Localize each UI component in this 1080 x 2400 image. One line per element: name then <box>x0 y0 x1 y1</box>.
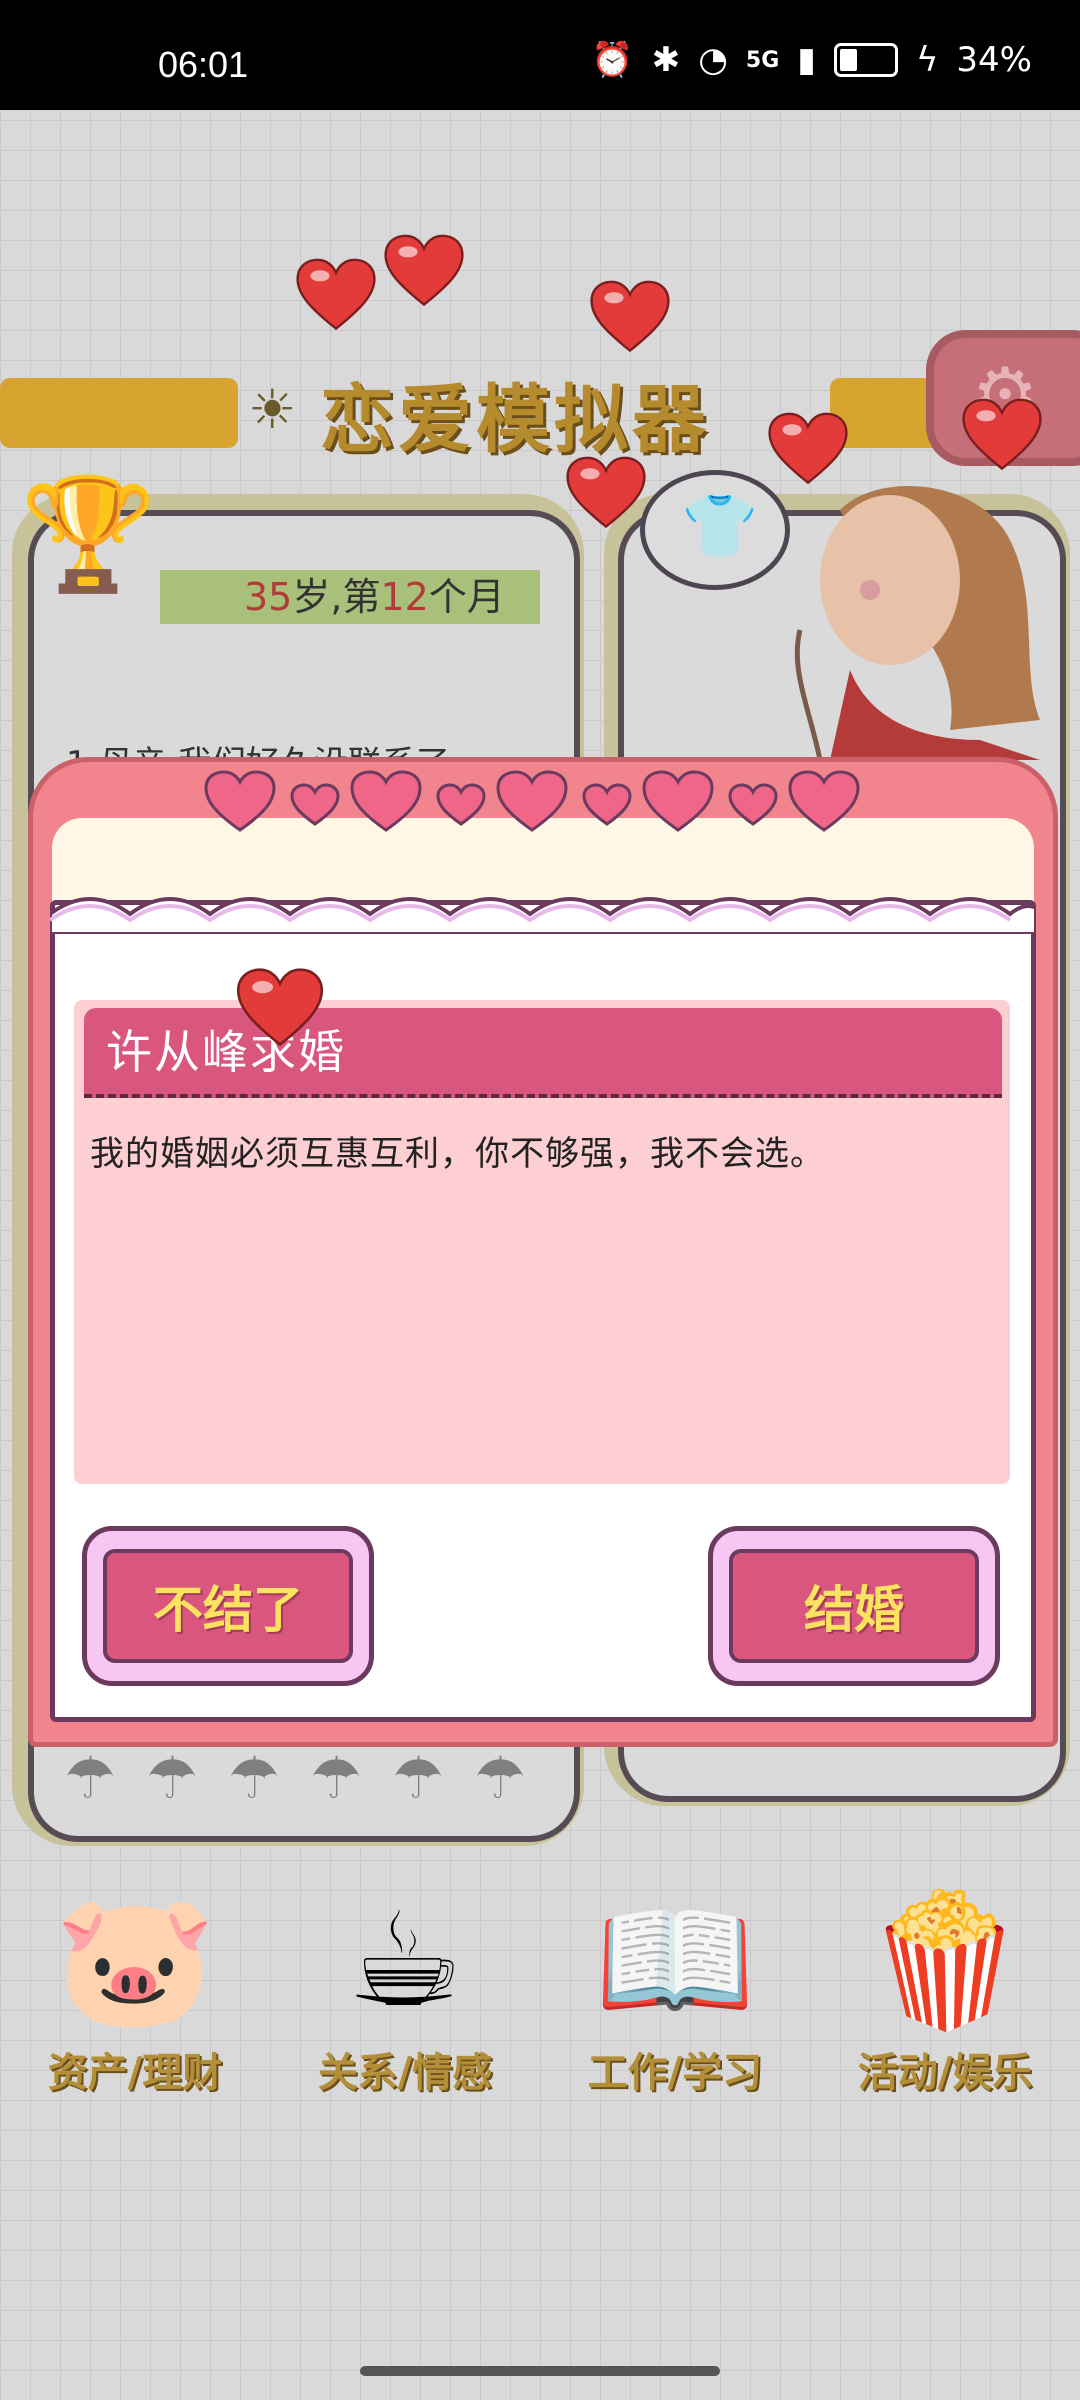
decline-button-label[interactable]: 不结了 <box>103 1549 353 1663</box>
heart-row-decoration <box>200 768 880 838</box>
coffee-cups-icon: ☕ <box>346 1884 464 2036</box>
floating-heart-icon <box>296 258 376 332</box>
floating-heart-icon <box>384 234 464 308</box>
signal-icon: ▮ <box>797 40 816 80</box>
wifi-icon: ◔ <box>698 40 728 80</box>
floating-heart-icon <box>236 968 324 1048</box>
decline-button[interactable]: 不结了 <box>82 1526 374 1686</box>
umbrella-icon: ☂ <box>474 1744 526 1812</box>
floating-heart-icon <box>768 412 848 486</box>
popcorn-icon: 🍿 <box>864 1884 1026 2036</box>
battery-icon <box>833 43 898 77</box>
network-type: 5G <box>745 47 780 73</box>
scalloped-edge-decoration <box>50 897 1036 934</box>
nav-relationships-emotions[interactable]: ☕ 关系/情感 <box>290 1880 520 2098</box>
floating-heart-icon <box>962 398 1042 472</box>
umbrella-icon: ☂ <box>64 1744 116 1812</box>
floating-heart-icon <box>566 456 646 530</box>
status-icons: ⏰ ✱ ◔ 5G ▮ ϟ 34% <box>591 40 1032 80</box>
umbrella-decoration-row: ☂ ☂ ☂ ☂ ☂ ☂ <box>64 1744 526 1812</box>
status-time: 06:01 <box>158 44 249 85</box>
charging-icon: ϟ <box>915 40 939 80</box>
sun-cloud-icon: ☀ <box>248 378 297 441</box>
open-book-icon: 📖 <box>594 1884 756 2036</box>
nav-activities-entertainment[interactable]: 🍿 活动/娱乐 <box>830 1880 1060 2098</box>
floating-heart-icon <box>590 280 670 354</box>
umbrella-icon: ☂ <box>392 1744 444 1812</box>
age-label: 35岁,第12个月 <box>160 570 540 624</box>
bluetooth-icon: ✱ <box>651 40 681 80</box>
marry-button[interactable]: 结婚 <box>708 1526 1000 1686</box>
alarm-icon: ⏰ <box>591 40 634 80</box>
piggy-bank-icon: 🐷 <box>54 1884 216 2036</box>
nav-work-study[interactable]: 📖 工作/学习 <box>560 1880 790 2098</box>
character-portrait <box>720 470 1050 761</box>
umbrella-icon: ☂ <box>310 1744 362 1812</box>
washi-tape-decoration <box>0 378 238 448</box>
nav-assets-finance[interactable]: 🐷 资产/理财 <box>20 1880 250 2098</box>
app-title: 恋爱模拟器 <box>320 377 710 463</box>
status-bar: 06:01 ⏰ ✱ ◔ 5G ▮ ϟ 34% <box>0 0 1080 110</box>
trophy-icon[interactable]: 🏆 <box>20 470 160 610</box>
home-indicator[interactable] <box>360 2366 720 2376</box>
battery-percent: 34% <box>956 40 1032 80</box>
umbrella-icon: ☂ <box>228 1744 280 1812</box>
umbrella-icon: ☂ <box>146 1744 198 1812</box>
marry-button-label[interactable]: 结婚 <box>729 1549 979 1663</box>
dialog-message: 我的婚姻必须互惠互利，你不够强，我不会选。 <box>90 1134 825 1174</box>
